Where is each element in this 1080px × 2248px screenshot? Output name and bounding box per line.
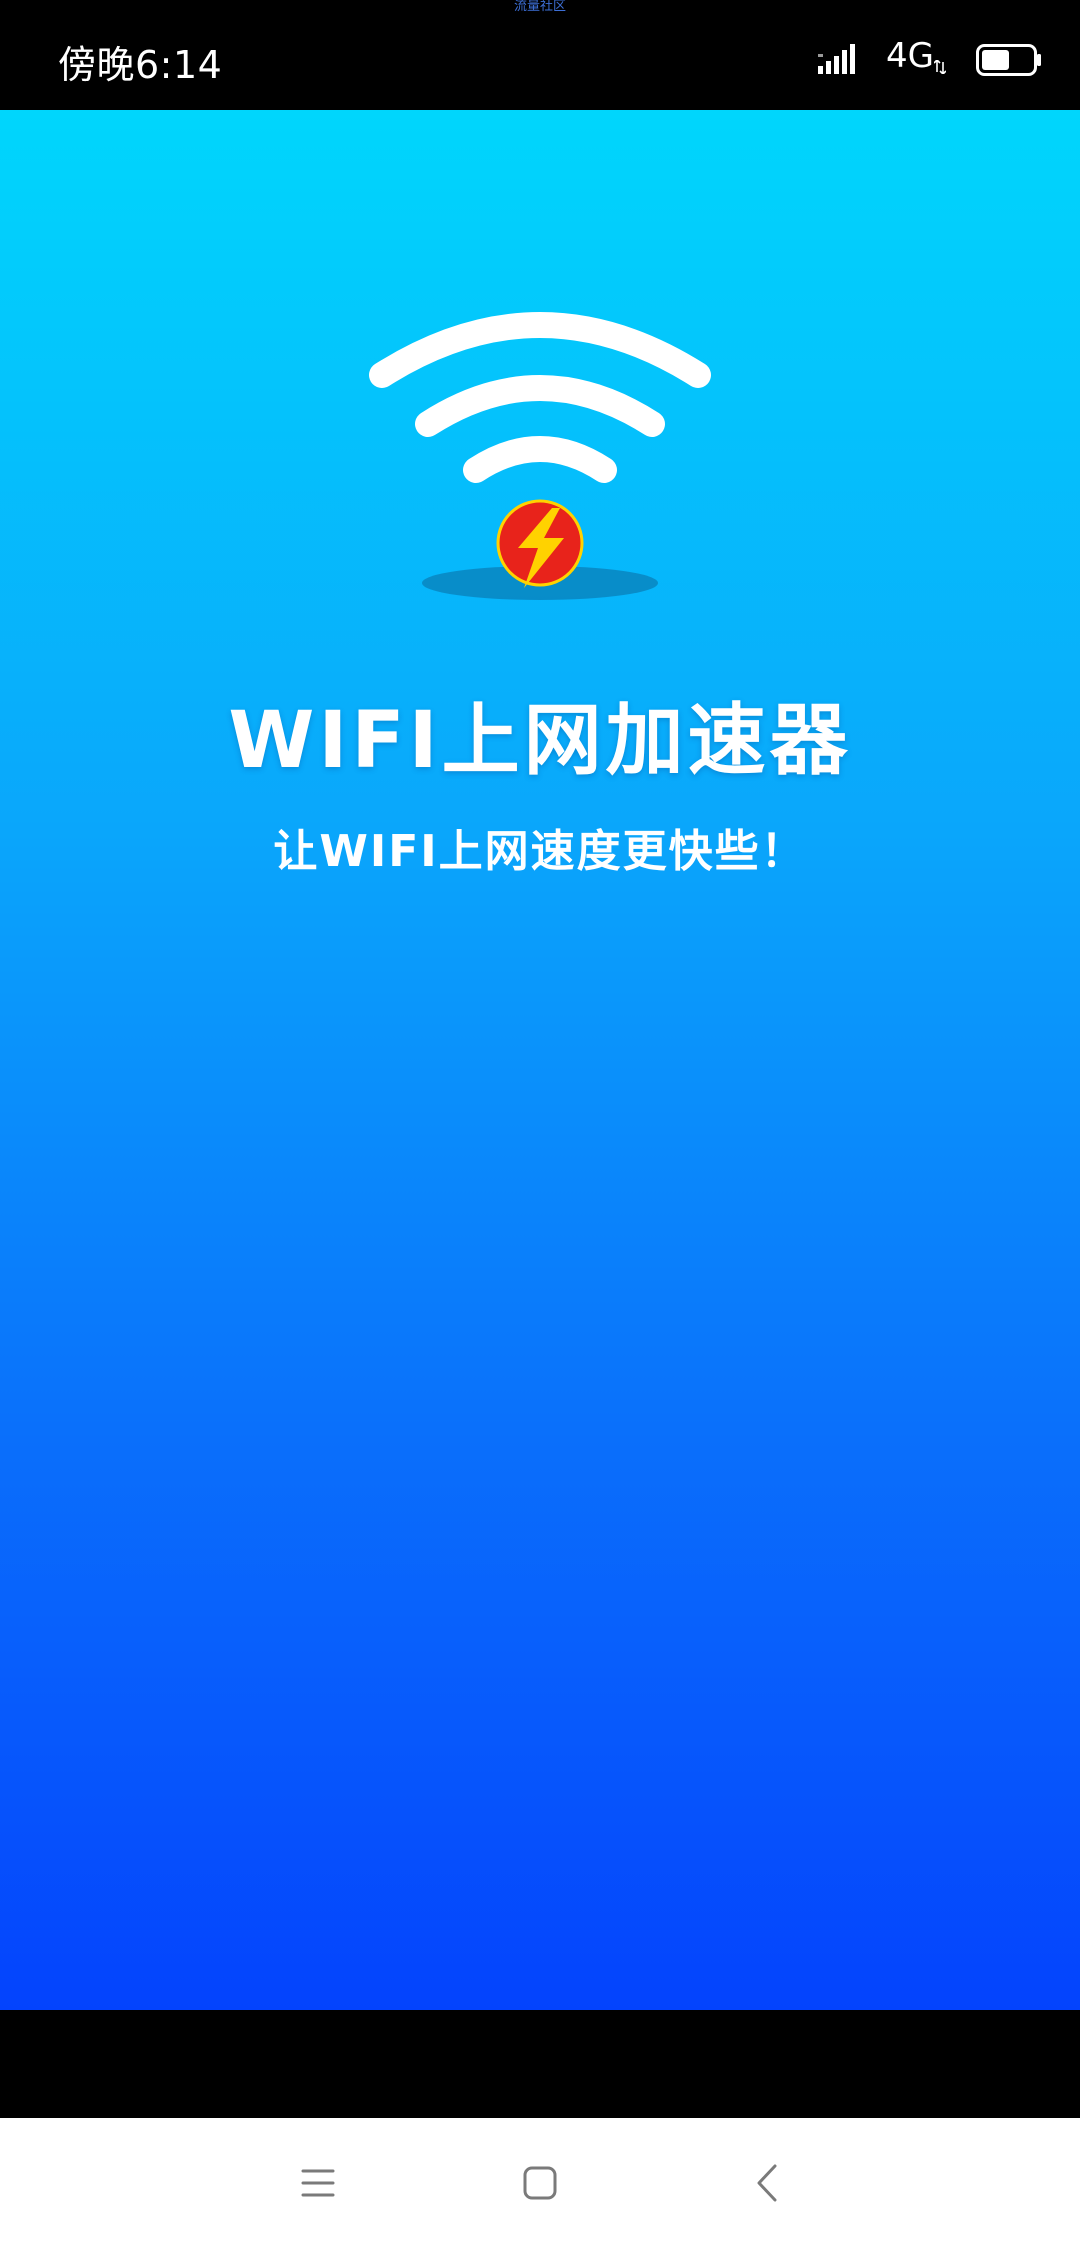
menu-button[interactable] <box>283 2148 353 2218</box>
home-icon <box>523 2166 557 2200</box>
lightning-bolt-icon <box>496 499 584 588</box>
home-button[interactable] <box>505 2148 575 2218</box>
back-icon <box>757 2164 777 2202</box>
navigation-bar <box>0 2118 1080 2248</box>
status-bar: 流量社区 傍晚6:14 4G <box>0 0 1080 110</box>
app-title: WIFI上网加速器 <box>228 696 852 786</box>
app-logo <box>369 312 711 600</box>
battery-icon <box>976 44 1041 76</box>
status-time: 傍晚6:14 <box>58 43 223 87</box>
network-type: 4G <box>886 36 934 76</box>
app-slogan: 让WIFI上网速度更快些！ <box>273 826 807 877</box>
back-button[interactable] <box>732 2148 802 2218</box>
wifi-icon <box>369 312 711 483</box>
splash-screen: WIFI上网加速器 让WIFI上网速度更快些！ <box>0 110 1080 2010</box>
signal-icon <box>818 44 855 74</box>
watermark-text: 流量社区 <box>513 0 566 14</box>
menu-icon <box>301 2169 335 2197</box>
data-arrows-icon <box>934 60 946 74</box>
